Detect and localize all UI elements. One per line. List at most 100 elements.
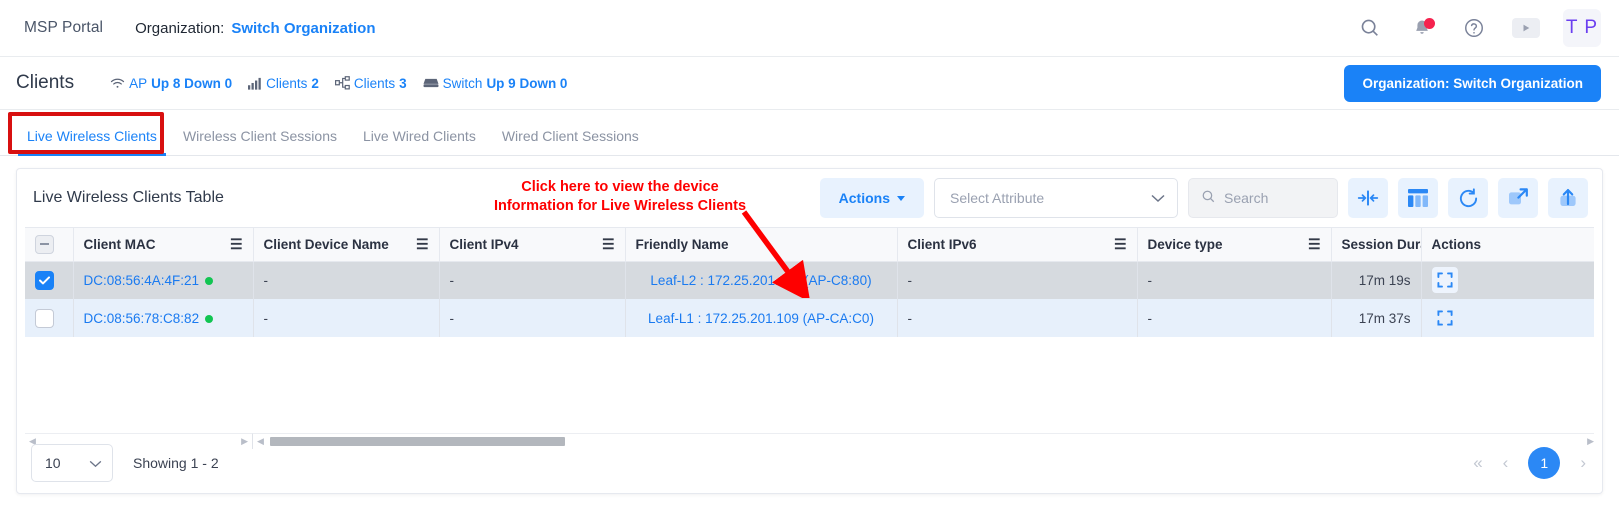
table-row[interactable]: DC:08:56:4A:4F:21 - - Leaf-L2 : 172.25.2… xyxy=(25,261,1594,299)
cell-client-ipv6: - xyxy=(897,299,1138,337)
client-mac-link[interactable]: DC:08:56:4A:4F:21 xyxy=(84,273,200,288)
cell-client-device-name: - xyxy=(253,299,440,337)
cell-device-type: - xyxy=(1137,299,1332,337)
play-icon[interactable] xyxy=(1511,13,1541,43)
clients-table-container: Client MAC ☰ Client Device Name ☰ Client… xyxy=(25,227,1594,427)
card-title: Live Wireless Clients Table xyxy=(33,189,224,206)
cell-client-ipv4: - xyxy=(439,299,626,337)
organization-selector: Organization: Switch Organization xyxy=(135,20,375,37)
column-header-client-device-name[interactable]: Client Device Name ☰ xyxy=(253,228,440,262)
search-placeholder: Search xyxy=(1224,190,1269,206)
table-header: Client MAC ☰ Client Device Name ☰ Client… xyxy=(25,228,1594,262)
switch-icon xyxy=(423,77,439,89)
row-checkbox[interactable] xyxy=(35,308,54,328)
status-online-dot xyxy=(205,277,214,286)
export-upload-icon[interactable] xyxy=(1548,178,1588,218)
column-header-friendly-name[interactable]: Friendly Name xyxy=(625,228,898,262)
column-header-client-mac[interactable]: Client MAC ☰ xyxy=(73,228,254,262)
live-wireless-clients-table: Client MAC ☰ Client Device Name ☰ Client… xyxy=(25,228,1594,337)
cell-client-mac[interactable]: DC:08:56:4A:4F:21 xyxy=(73,261,254,299)
bell-icon[interactable] xyxy=(1407,13,1437,43)
cell-friendly-name[interactable]: Leaf-L1 : 172.25.201.109 (AP-CA:C0) xyxy=(625,299,898,337)
tab-wired-client-sessions[interactable]: Wired Client Sessions xyxy=(489,128,652,155)
tab-bar: Live Wireless Clients Wireless Client Se… xyxy=(0,110,1619,156)
select-attribute-dropdown[interactable]: Select Attribute xyxy=(934,178,1178,218)
row-expand-icon[interactable] xyxy=(1431,267,1458,294)
column-label: Actions xyxy=(1431,236,1482,252)
status-wireless-clients[interactable]: Clients 2 xyxy=(248,76,319,91)
expand-icon[interactable] xyxy=(1498,178,1538,218)
search-input[interactable]: Search xyxy=(1188,178,1338,218)
card-tool-group: Actions Select Attribute Search xyxy=(819,178,1588,218)
live-wireless-clients-card: Live Wireless Clients Table Actions Sele… xyxy=(16,168,1603,494)
column-header-client-ipv4[interactable]: Client IPv4 ☰ xyxy=(439,228,626,262)
page-size-value: 10 xyxy=(45,455,61,471)
fit-columns-icon[interactable] xyxy=(1348,178,1388,218)
column-header-client-ipv6[interactable]: Client IPv6 ☰ xyxy=(897,228,1138,262)
help-circle-icon[interactable] xyxy=(1459,13,1489,43)
wifi-icon xyxy=(110,77,125,90)
switch-organization-link[interactable]: Switch Organization xyxy=(231,20,375,37)
next-page-button[interactable]: › xyxy=(1580,453,1586,473)
status-wired-clients-metrics: 3 xyxy=(399,75,407,91)
card-toolbar: Live Wireless Clients Table Actions Sele… xyxy=(17,169,1602,227)
cell-friendly-name[interactable]: Leaf-L2 : 172.25.201.113 (AP-C8:80) xyxy=(625,261,898,299)
cell-client-mac[interactable]: DC:08:56:78:C8:82 xyxy=(73,299,254,337)
column-header-actions: Actions xyxy=(1421,228,1594,262)
column-menu-icon[interactable]: ☰ xyxy=(1114,237,1127,251)
search-icon xyxy=(1201,189,1216,207)
column-header-session-duration[interactable]: Session Dura xyxy=(1331,228,1422,262)
column-label: Client Device Name xyxy=(263,236,389,252)
column-menu-icon[interactable]: ☰ xyxy=(1308,237,1321,251)
status-wired-clients[interactable]: Clients 3 xyxy=(334,75,407,91)
actions-button[interactable]: Actions xyxy=(819,178,924,218)
friendly-name-link[interactable]: Leaf-L2 : 172.25.201.113 (AP-C8:80) xyxy=(650,273,871,288)
column-label: Client MAC xyxy=(83,236,156,252)
page-size-select[interactable]: 10 xyxy=(31,444,113,482)
friendly-name-link[interactable]: Leaf-L1 : 172.25.201.109 (AP-CA:C0) xyxy=(648,311,874,326)
showing-range-label: Showing 1 - 2 xyxy=(133,455,219,471)
chevron-down-icon xyxy=(89,455,102,471)
column-header-device-type[interactable]: Device type ☰ xyxy=(1137,228,1332,262)
search-icon[interactable] xyxy=(1355,13,1385,43)
switch-organization-button[interactable]: Organization: Switch Organization xyxy=(1344,64,1601,102)
status-ap[interactable]: AP Up 8 Down 0 xyxy=(110,76,232,91)
status-switch-metrics: Up 9 Down 0 xyxy=(486,75,568,91)
table-row[interactable]: DC:08:56:78:C8:82 - - Leaf-L1 : 172.25.2… xyxy=(25,299,1594,337)
pagination: « ‹ 1 › xyxy=(1473,447,1586,479)
column-label: Device type xyxy=(1147,236,1223,252)
refresh-icon[interactable] xyxy=(1448,178,1488,218)
device-status-summary: AP Up 8 Down 0 Clients 2 Clients 3 Switc… xyxy=(110,76,567,91)
columns-icon[interactable] xyxy=(1398,178,1438,218)
row-checkbox[interactable] xyxy=(35,270,54,290)
cell-client-ipv4: - xyxy=(439,261,626,299)
status-ap-metrics: Up 8 Down 0 xyxy=(151,75,233,91)
column-menu-icon[interactable]: ☰ xyxy=(230,237,243,251)
organization-label: Organization: xyxy=(135,19,225,37)
row-expand-icon[interactable] xyxy=(1432,305,1458,331)
select-all-checkbox[interactable] xyxy=(35,234,54,254)
chevron-down-icon xyxy=(897,195,905,201)
status-switch[interactable]: Switch Up 9 Down 0 xyxy=(423,75,568,91)
page-number-1[interactable]: 1 xyxy=(1528,447,1561,479)
select-attribute-placeholder: Select Attribute xyxy=(950,190,1045,206)
notification-badge xyxy=(1424,18,1435,29)
column-menu-icon[interactable]: ☰ xyxy=(602,237,615,251)
tab-wireless-client-sessions[interactable]: Wireless Client Sessions xyxy=(170,128,350,155)
first-page-button[interactable]: « xyxy=(1473,453,1482,473)
tab-live-wired-clients[interactable]: Live Wired Clients xyxy=(350,128,489,155)
table-body: DC:08:56:4A:4F:21 - - Leaf-L2 : 172.25.2… xyxy=(25,261,1594,337)
signal-icon xyxy=(248,77,262,90)
avatar[interactable]: T P xyxy=(1563,9,1601,47)
cell-session-duration: 17m 37s xyxy=(1331,299,1422,337)
status-switch-name: Switch xyxy=(442,75,483,91)
column-menu-icon[interactable]: ☰ xyxy=(416,237,429,251)
actions-button-label: Actions xyxy=(838,190,890,206)
network-icon xyxy=(334,76,350,90)
client-mac-link[interactable]: DC:08:56:78:C8:82 xyxy=(84,311,200,326)
status-ap-name: AP xyxy=(129,75,148,91)
cell-client-ipv6: - xyxy=(897,261,1138,299)
status-wireless-clients-metrics: 2 xyxy=(311,75,319,91)
tab-live-wireless-clients[interactable]: Live Wireless Clients xyxy=(14,128,170,156)
previous-page-button[interactable]: ‹ xyxy=(1503,453,1509,473)
